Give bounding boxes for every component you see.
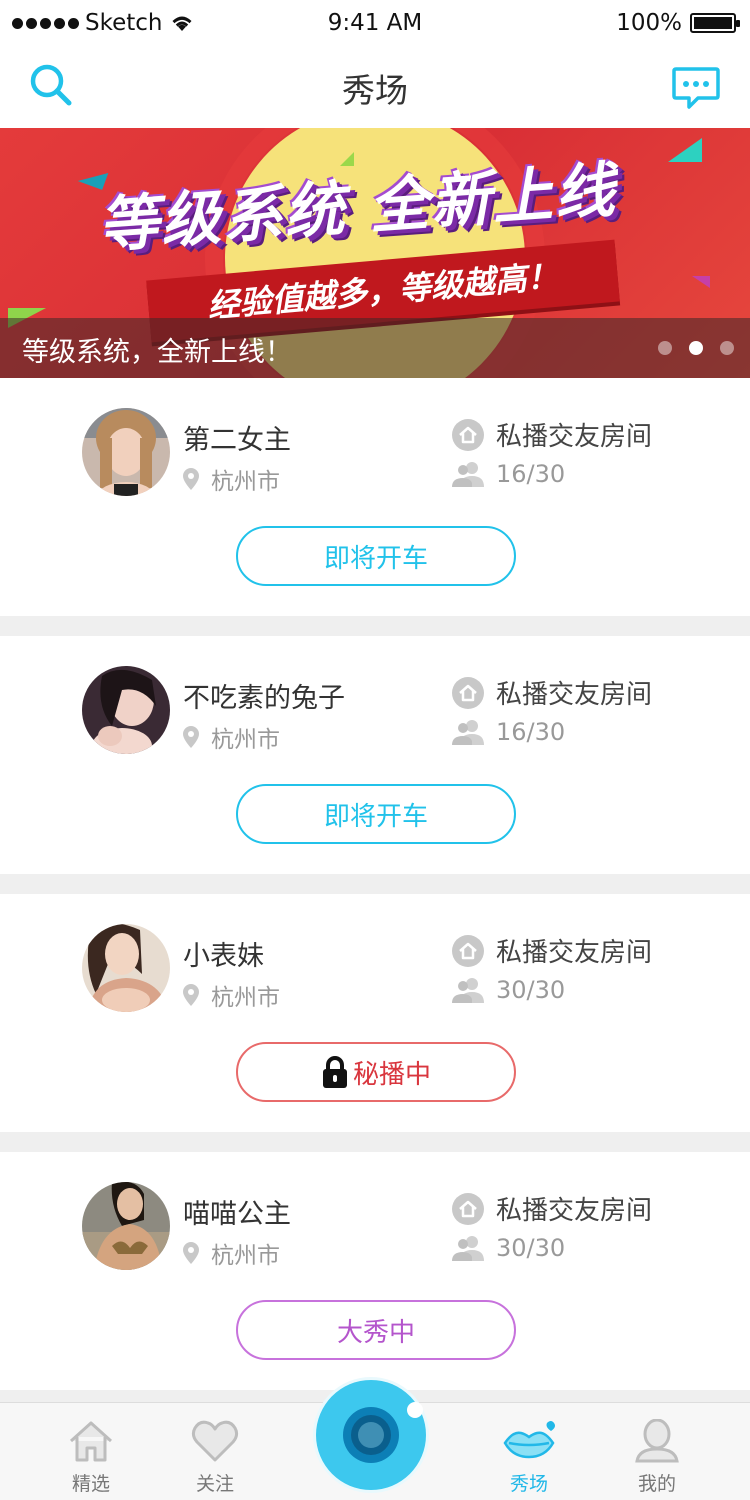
house-icon	[452, 418, 484, 451]
occupancy-label: 30/30	[496, 1234, 566, 1262]
host-name: 第二女主	[183, 425, 291, 456]
camera-lens-icon	[343, 1402, 423, 1463]
room-action-label: 大秀中	[336, 1317, 415, 1348]
room-action-button[interactable]: 即将开车	[236, 526, 516, 586]
location-pin-icon	[183, 468, 199, 490]
user-icon	[635, 1418, 679, 1463]
message-icon[interactable]	[672, 66, 720, 110]
host-name: 喵喵公主	[183, 1199, 291, 1230]
tab-label: 关注	[195, 1473, 234, 1495]
home-icon	[69, 1421, 113, 1462]
room-card[interactable]: 不吃素的兔子 杭州市 私播交友房间 16/30 即将开车	[0, 636, 750, 874]
house-icon	[452, 676, 484, 709]
banner-pager[interactable]	[658, 341, 734, 355]
room-action-button[interactable]: 大秀中	[236, 1300, 516, 1360]
status-right: 100%	[616, 10, 740, 36]
host-location: 杭州市	[183, 720, 280, 754]
banner-caption-bar: 等级系统，全新上线！	[0, 318, 750, 378]
location-label: 杭州市	[211, 727, 280, 753]
room-occupancy: 30/30	[452, 976, 565, 1004]
room-type-label: 私播交友房间	[496, 938, 653, 968]
pager-dot[interactable]	[720, 341, 734, 355]
banner-decor-triangle	[668, 138, 702, 162]
banner-decor-triangle	[692, 276, 710, 288]
tab-label: 秀场	[509, 1473, 548, 1495]
room-action-button[interactable]: 即将开车	[236, 784, 516, 844]
avatar[interactable]	[82, 408, 170, 496]
promo-banner[interactable]: 等级系统 全新上线 经验值越多，等级越高！ 等级系统，全新上线！	[0, 128, 750, 378]
start-live-button[interactable]	[316, 1380, 426, 1490]
house-icon	[452, 934, 484, 967]
room-card[interactable]: 喵喵公主 杭州市 私播交友房间 30/30 大秀中	[0, 1152, 750, 1390]
avatar[interactable]	[82, 1182, 170, 1270]
room-occupancy: 30/30	[452, 1234, 565, 1262]
room-type: 私播交友房间	[452, 674, 652, 711]
users-icon	[452, 462, 484, 487]
room-type: 私播交友房间	[452, 416, 652, 453]
users-icon	[452, 1236, 484, 1261]
battery-icon	[690, 13, 740, 33]
room-occupancy: 16/30	[452, 718, 565, 746]
host-name: 不吃素的兔子	[183, 683, 345, 714]
room-action-label: 即将开车	[323, 801, 428, 832]
location-pin-icon	[183, 726, 199, 748]
lips-icon	[503, 1421, 555, 1459]
pager-dot[interactable]	[658, 341, 672, 355]
pager-dot-active[interactable]	[689, 341, 703, 355]
battery-percent: 100%	[616, 10, 682, 36]
banner-caption: 等级系统，全新上线！	[22, 337, 292, 368]
location-pin-icon	[183, 1242, 199, 1264]
tab-show[interactable]: 秀场	[484, 1419, 574, 1496]
tab-follow[interactable]: 关注	[170, 1419, 260, 1496]
room-card[interactable]: 第二女主 杭州市 私播交友房间 16/30 即将开车	[0, 378, 750, 616]
occupancy-label: 16/30	[496, 718, 566, 746]
location-pin-icon	[183, 984, 199, 1006]
house-icon	[452, 1192, 484, 1225]
page-title: 秀场	[342, 71, 408, 110]
room-type: 私播交友房间	[452, 932, 652, 969]
host-location: 杭州市	[183, 1236, 280, 1270]
host-location: 杭州市	[183, 978, 280, 1012]
location-label: 杭州市	[211, 1243, 280, 1269]
occupancy-label: 30/30	[496, 976, 566, 1004]
heart-icon	[191, 1420, 239, 1462]
nav-bar: 秀场	[0, 48, 750, 128]
room-type: 私播交友房间	[452, 1190, 652, 1227]
room-occupancy: 16/30	[452, 460, 565, 488]
location-label: 杭州市	[211, 469, 280, 495]
room-action-label: 即将开车	[323, 543, 428, 574]
status-bar: Sketch 9:41 AM 100%	[0, 0, 750, 48]
occupancy-label: 16/30	[496, 460, 566, 488]
room-action-button[interactable]: 秘播中	[236, 1042, 516, 1102]
lock-icon	[322, 1056, 347, 1088]
room-card[interactable]: 小表妹 杭州市 私播交友房间 30/30 秘播中	[0, 894, 750, 1132]
avatar[interactable]	[82, 924, 170, 1012]
tab-label: 精选	[71, 1473, 110, 1495]
tab-label: 我的	[637, 1473, 676, 1495]
room-action-label: 秘播中	[352, 1059, 431, 1090]
tab-me[interactable]: 我的	[612, 1418, 702, 1496]
tab-featured[interactable]: 精选	[46, 1419, 136, 1496]
location-label: 杭州市	[211, 985, 280, 1011]
avatar[interactable]	[82, 666, 170, 754]
room-type-label: 私播交友房间	[496, 1196, 653, 1226]
room-type-label: 私播交友房间	[496, 422, 653, 452]
users-icon	[452, 978, 484, 1003]
host-name: 小表妹	[183, 941, 264, 972]
room-type-label: 私播交友房间	[496, 680, 653, 710]
users-icon	[452, 720, 484, 745]
host-location: 杭州市	[183, 462, 280, 496]
